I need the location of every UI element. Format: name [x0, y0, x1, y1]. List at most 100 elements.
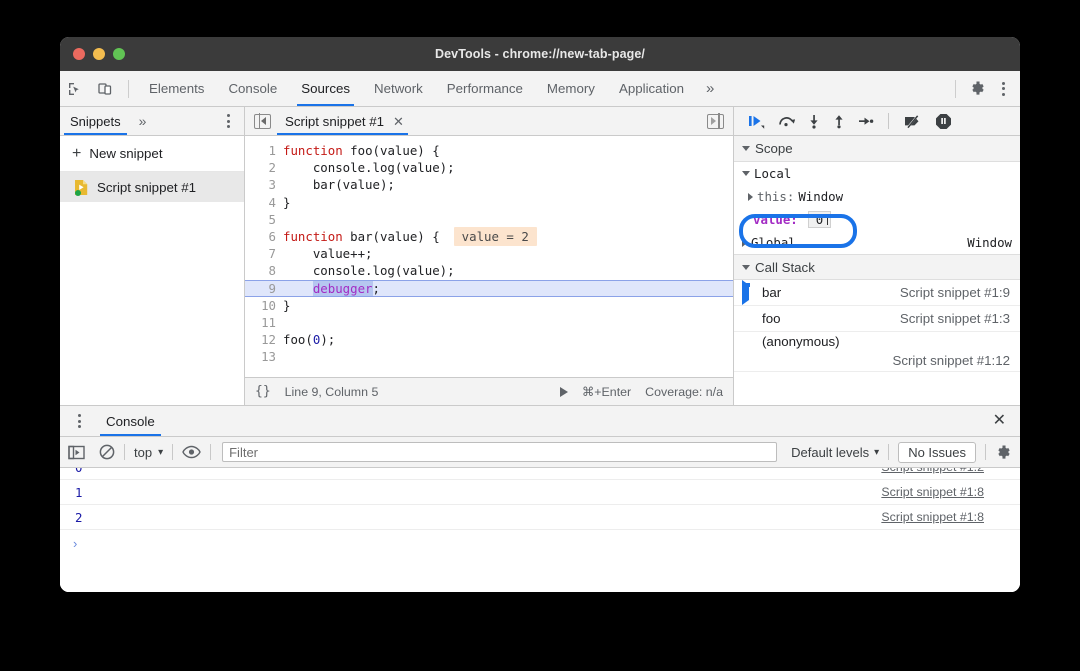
tab-application[interactable]: Application [607, 71, 696, 106]
chevron-right-icon[interactable] [742, 238, 747, 247]
code-line[interactable]: 9 debugger; [245, 279, 733, 297]
line-number[interactable]: 11 [245, 314, 283, 331]
more-tools-icon[interactable] [68, 409, 90, 433]
code-line[interactable]: 3 bar(value); [245, 176, 733, 193]
line-number[interactable]: 8 [245, 262, 283, 279]
console-message-list[interactable]: 0 Script snippet #1:2 1 Script snippet #1:8… [60, 468, 1020, 592]
tab-memory[interactable]: Memory [535, 71, 607, 106]
close-icon[interactable]: ✕ [393, 115, 404, 128]
inspect-element-icon[interactable] [60, 76, 90, 102]
code-line-text: debugger; [312, 280, 380, 296]
call-stack-frame[interactable]: bar Script snippet #1:9 [734, 280, 1020, 306]
close-window-button[interactable] [73, 48, 85, 60]
snippet-list-item[interactable]: Script snippet #1 [60, 172, 244, 202]
drawer-tab-console[interactable]: Console [94, 406, 167, 436]
gear-icon[interactable] [962, 76, 992, 102]
tab-elements[interactable]: Elements [137, 71, 216, 106]
line-number[interactable]: 4 [245, 194, 283, 211]
property-name: this: [757, 189, 795, 204]
pretty-print-icon[interactable]: {} [255, 384, 271, 399]
more-options-icon[interactable] [992, 77, 1014, 101]
code-line[interactable]: 5 [245, 211, 733, 228]
console-message-source-link[interactable]: Script snippet #1:8 [881, 485, 1020, 499]
line-number[interactable]: 12 [245, 331, 283, 348]
scope-property-this[interactable]: this: Window [734, 185, 1020, 208]
property-value-editable[interactable]: 0 [807, 211, 832, 228]
levels-label: Default levels [791, 444, 870, 460]
property-value: Window [798, 189, 844, 204]
console-message-value: 1 [75, 484, 83, 500]
console-filter-input[interactable] [222, 442, 778, 462]
resume-script-icon[interactable] [748, 114, 765, 129]
scope-local-header[interactable]: Local [734, 162, 1020, 185]
console-context-selector[interactable]: top ▾ [134, 445, 163, 460]
code-line[interactable]: 11 [245, 314, 733, 331]
code-line[interactable]: 1 function foo(value) { [245, 142, 733, 159]
code-line[interactable]: 7 value++; [245, 245, 733, 262]
show-debugger-icon[interactable] [707, 113, 724, 129]
line-number[interactable]: 7 [245, 245, 283, 262]
maximize-window-button[interactable] [113, 48, 125, 60]
console-prompt[interactable]: › [60, 530, 1020, 556]
code-line[interactable]: 4} [245, 194, 733, 211]
step-icon[interactable] [858, 114, 874, 129]
line-number[interactable]: 13 [245, 348, 283, 365]
more-tabs-icon[interactable]: » [696, 71, 724, 106]
console-log-levels-selector[interactable]: Default levels ▾ [791, 445, 879, 460]
call-stack-frame[interactable]: (anonymous) Script snippet #1:12 [734, 332, 1020, 372]
scope-property-value[interactable]: value: 0 [734, 208, 1020, 231]
gear-icon[interactable] [995, 444, 1012, 461]
line-number[interactable]: 2 [245, 159, 283, 176]
line-number[interactable]: 9 [245, 280, 283, 297]
tab-sources[interactable]: Sources [289, 71, 362, 106]
debugger-sidebar: Scope Local this: Window value: 0 Global… [734, 107, 1020, 405]
step-over-icon[interactable] [778, 114, 795, 129]
run-snippet-icon[interactable] [559, 386, 568, 397]
console-message[interactable]: 0 Script snippet #1:2 [60, 468, 1020, 480]
line-number[interactable]: 1 [245, 142, 283, 159]
device-toolbar-icon[interactable] [90, 76, 120, 102]
code-editor[interactable]: 1 function foo(value) {2 console.log(valu… [245, 136, 733, 377]
new-snippet-button[interactable]: + New snippet [60, 136, 244, 172]
code-line[interactable]: 2 console.log(value); [245, 159, 733, 176]
scope-global-header[interactable]: Global Window [734, 231, 1020, 254]
code-line[interactable]: 13 [245, 348, 733, 365]
line-number[interactable]: 3 [245, 176, 283, 193]
console-message[interactable]: 1 Script snippet #1:8 [60, 480, 1020, 505]
navigator-tab-snippets[interactable]: Snippets [60, 107, 131, 135]
pause-on-exceptions-icon[interactable] [935, 113, 952, 129]
editor-tab-script-snippet[interactable]: Script snippet #1 ✕ [271, 107, 414, 135]
step-out-icon[interactable] [833, 114, 845, 129]
tab-performance[interactable]: Performance [435, 71, 535, 106]
frame-location: Script snippet #1:3 [899, 311, 1010, 326]
code-line[interactable]: 10} [245, 297, 733, 314]
code-line[interactable]: 8 console.log(value); [245, 262, 733, 279]
line-number[interactable]: 6 [245, 228, 283, 245]
no-issues-button[interactable]: No Issues [898, 441, 976, 463]
navigator-more-icon[interactable]: » [131, 113, 155, 129]
deactivate-breakpoints-icon[interactable] [903, 114, 922, 129]
console-sidebar-icon[interactable] [68, 445, 85, 460]
line-number[interactable]: 5 [245, 211, 283, 228]
tab-console[interactable]: Console [216, 71, 289, 106]
console-message-source-link[interactable]: Script snippet #1:2 [881, 468, 1020, 474]
call-stack-section-header[interactable]: Call Stack [734, 254, 1020, 280]
close-drawer-icon[interactable]: ✕ [993, 413, 1006, 429]
tab-network[interactable]: Network [362, 71, 435, 106]
step-into-icon[interactable] [808, 114, 820, 129]
console-message[interactable]: 2 Script snippet #1:8 [60, 505, 1020, 530]
show-navigator-icon[interactable] [254, 113, 271, 129]
clear-console-icon[interactable] [99, 444, 115, 460]
console-toolbar-divider-3 [210, 444, 212, 460]
line-number[interactable]: 10 [245, 297, 283, 314]
frame-name: (anonymous) [762, 334, 840, 349]
console-message-source-link[interactable]: Script snippet #1:8 [881, 510, 1020, 524]
call-stack-frame[interactable]: foo Script snippet #1:3 [734, 306, 1020, 332]
minimize-window-button[interactable] [93, 48, 105, 60]
scope-section-header[interactable]: Scope [734, 136, 1020, 162]
code-line[interactable]: 6 function bar(value) {value = 2 [245, 226, 733, 247]
chevron-right-icon[interactable] [748, 192, 753, 201]
code-line[interactable]: 12 foo(0); [245, 331, 733, 348]
navigator-more-options-icon[interactable] [217, 109, 239, 133]
live-expression-icon[interactable] [182, 445, 201, 459]
